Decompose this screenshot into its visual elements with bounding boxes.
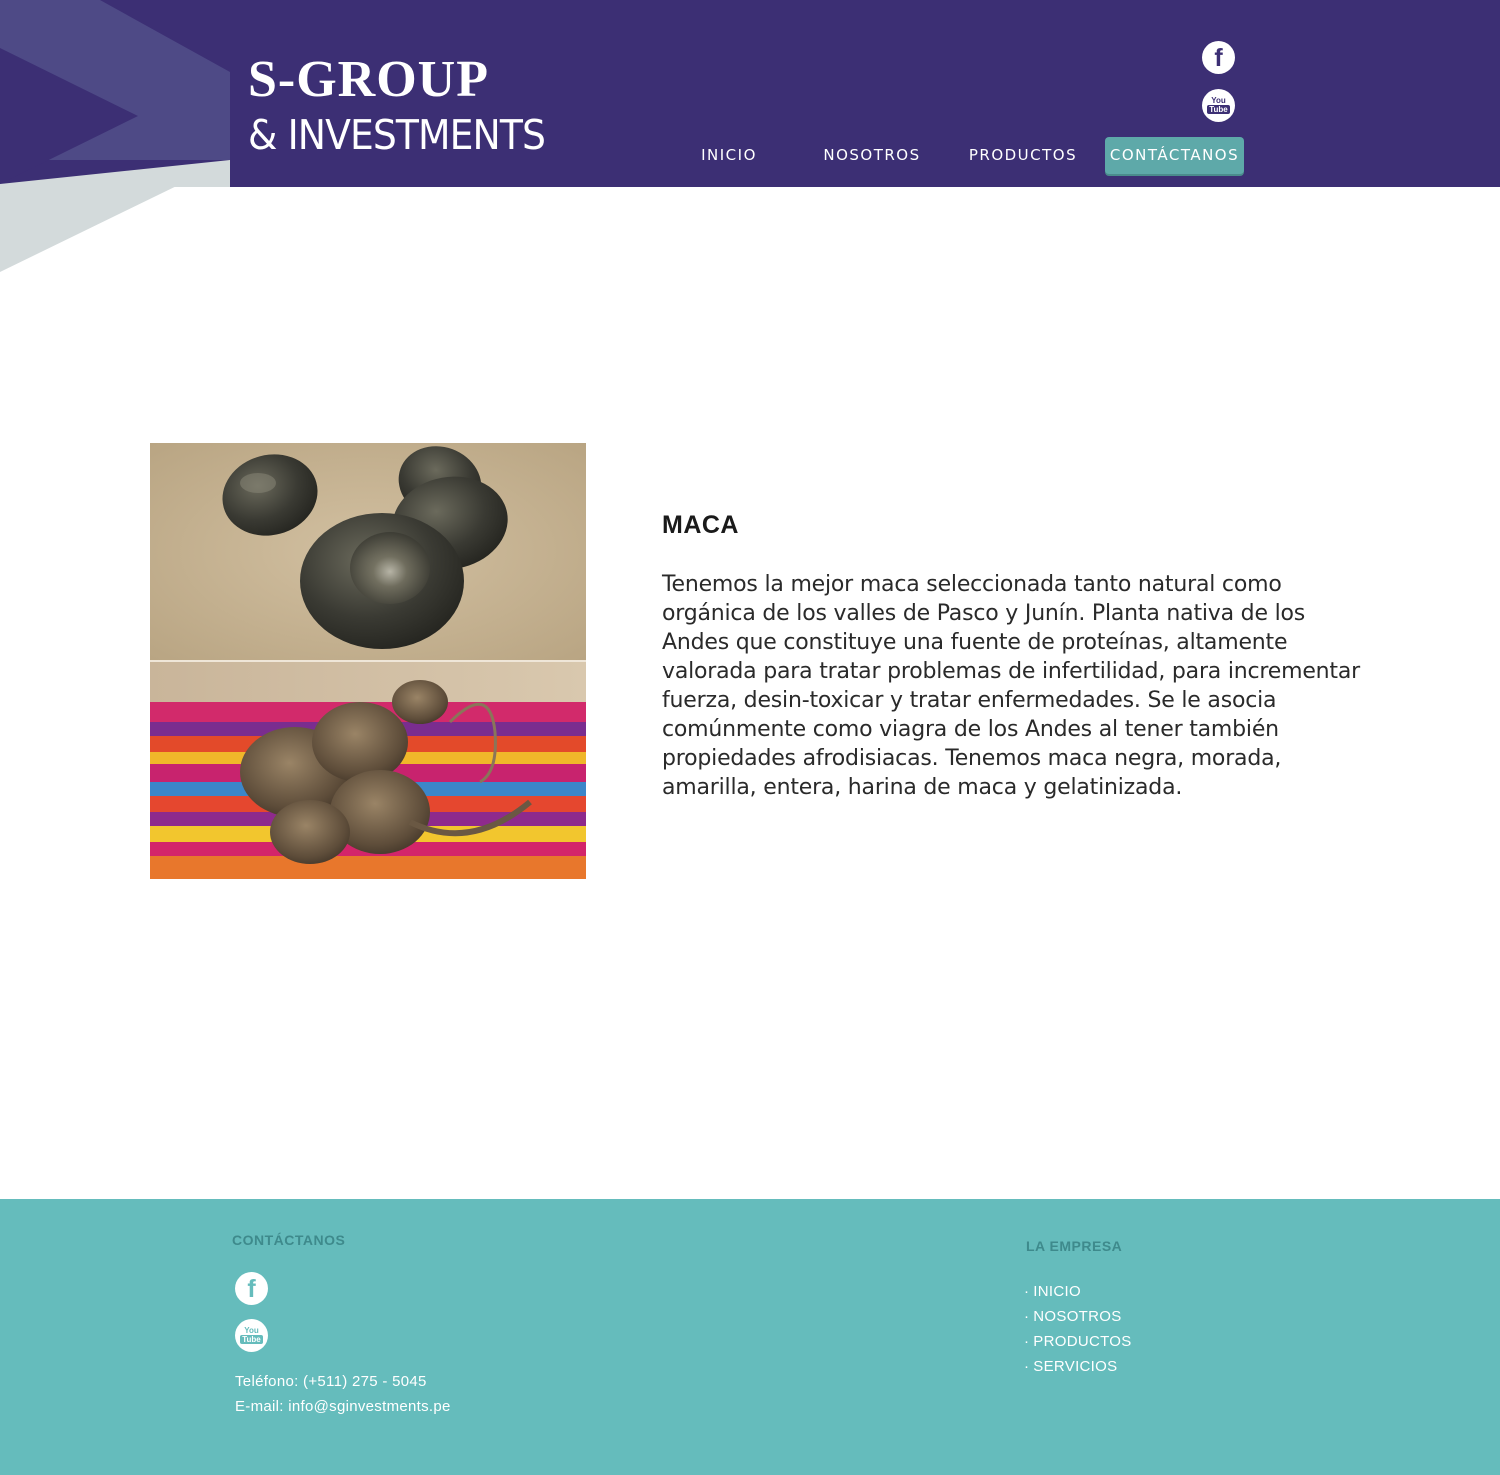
facebook-icon[interactable]: f (235, 1272, 268, 1305)
nav-nosotros[interactable]: NOSOTROS (818, 137, 926, 174)
product-image (150, 443, 586, 879)
footer-social-links: f You Tube (235, 1272, 268, 1352)
product-title: MACA (662, 511, 739, 539)
header-decoration (0, 0, 230, 272)
facebook-glyph: f (1214, 44, 1223, 72)
footer-link-productos[interactable]: · PRODUCTOS (1024, 1329, 1132, 1354)
youtube-glyph: You Tube (240, 1326, 263, 1344)
footer-phone: Teléfono: (+511) 275 - 5045 (235, 1373, 427, 1390)
header-social-links: f You Tube (1202, 41, 1235, 122)
logo-subtitle: & INVESTMENTS (248, 111, 546, 159)
nav-productos[interactable]: PRODUCTOS (966, 137, 1080, 174)
bullet: · (1024, 1333, 1030, 1350)
footer-email: E-mail: info@sginvestments.pe (235, 1398, 451, 1415)
maca-textile-illustration (150, 662, 586, 879)
nav-contactanos[interactable]: CONTÁCTANOS (1105, 137, 1244, 174)
footer-company-heading: LA EMPRESA (1026, 1238, 1123, 1254)
maca-sand-illustration (150, 443, 586, 660)
facebook-glyph: f (247, 1275, 256, 1303)
youtube-icon[interactable]: You Tube (1202, 89, 1235, 122)
facebook-icon[interactable]: f (1202, 41, 1235, 74)
logo-title: S-GROUP (248, 51, 489, 108)
site-footer: CONTÁCTANOS f You Tube Teléfono: (+511) 2… (0, 1199, 1500, 1475)
bullet: · (1024, 1283, 1030, 1300)
site-logo[interactable]: S-GROUP & INVESTMENTS (248, 50, 571, 160)
nav-inicio[interactable]: INICIO (690, 137, 768, 174)
footer-link-inicio[interactable]: · INICIO (1024, 1279, 1132, 1304)
footer-link-label: INICIO (1033, 1283, 1081, 1300)
bullet: · (1024, 1358, 1030, 1375)
footer-company-links: · INICIO · NOSOTROS · PRODUCTOS · SERVICIOS (1024, 1279, 1132, 1379)
youtube-icon[interactable]: You Tube (235, 1319, 268, 1352)
footer-contact-heading: CONTÁCTANOS (232, 1232, 346, 1248)
bullet: · (1024, 1308, 1030, 1325)
maca-photo-sand (150, 443, 586, 660)
product-description: Tenemos la mejor maca seleccionada tanto… (662, 572, 1360, 800)
footer-link-label: SERVICIOS (1033, 1358, 1118, 1375)
footer-link-label: NOSOTROS (1033, 1308, 1122, 1325)
maca-photo-textile (150, 662, 586, 879)
footer-link-servicios[interactable]: · SERVICIOS (1024, 1354, 1132, 1379)
footer-link-nosotros[interactable]: · NOSOTROS (1024, 1304, 1132, 1329)
footer-link-label: PRODUCTOS (1033, 1333, 1132, 1350)
youtube-glyph: You Tube (1207, 96, 1230, 114)
